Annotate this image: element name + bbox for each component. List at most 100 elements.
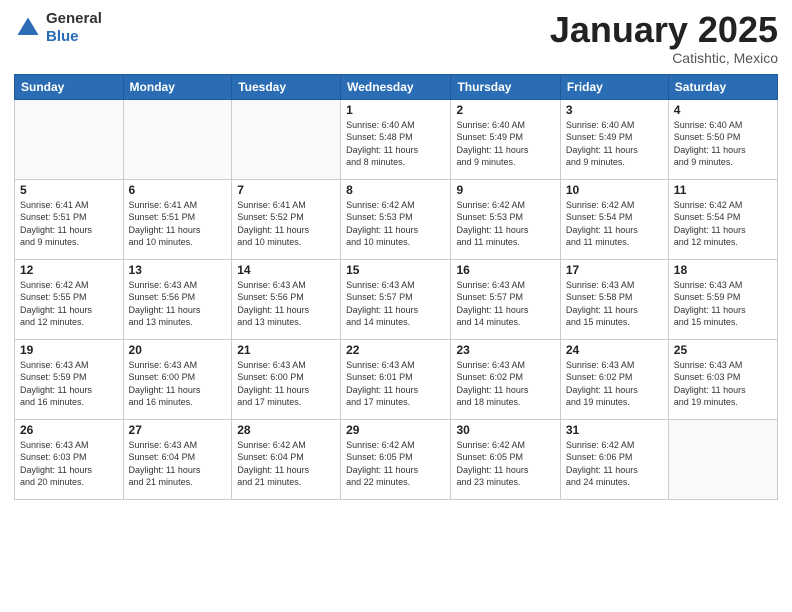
weekday-header: Saturday — [668, 74, 777, 99]
logo-text: General Blue — [46, 10, 102, 46]
day-number: 3 — [566, 103, 663, 117]
day-info: Sunrise: 6:42 AM Sunset: 6:04 PM Dayligh… — [237, 439, 335, 489]
day-info: Sunrise: 6:40 AM Sunset: 5:50 PM Dayligh… — [674, 119, 772, 169]
day-info: Sunrise: 6:42 AM Sunset: 5:53 PM Dayligh… — [346, 199, 445, 249]
day-number: 4 — [674, 103, 772, 117]
calendar-cell: 15Sunrise: 6:43 AM Sunset: 5:57 PM Dayli… — [341, 259, 451, 339]
calendar-cell — [668, 419, 777, 499]
day-info: Sunrise: 6:43 AM Sunset: 6:04 PM Dayligh… — [129, 439, 227, 489]
calendar-week: 19Sunrise: 6:43 AM Sunset: 5:59 PM Dayli… — [15, 339, 778, 419]
calendar-cell: 31Sunrise: 6:42 AM Sunset: 6:06 PM Dayli… — [560, 419, 668, 499]
day-info: Sunrise: 6:42 AM Sunset: 5:55 PM Dayligh… — [20, 279, 118, 329]
calendar-cell: 28 Sunrise: 6:42 AM Sunset: 6:04 PM Dayli… — [232, 419, 341, 499]
calendar-cell: 9Sunrise: 6:42 AM Sunset: 5:53 PM Daylig… — [451, 179, 560, 259]
day-info: Sunrise: 6:43 AM Sunset: 6:02 PM Dayligh… — [456, 359, 554, 409]
day-number: 19 — [20, 343, 118, 357]
day-number: 25 — [674, 343, 772, 357]
day-number: 18 — [674, 263, 772, 277]
day-number: 7 — [237, 183, 335, 197]
day-number: 11 — [674, 183, 772, 197]
day-number: 23 — [456, 343, 554, 357]
weekday-header: Sunday — [15, 74, 124, 99]
day-number: 6 — [129, 183, 227, 197]
calendar-cell: 3 Sunrise: 6:40 AM Sunset: 5:49 PM Daylig… — [560, 99, 668, 179]
calendar-cell — [232, 99, 341, 179]
calendar-week: 5Sunrise: 6:41 AM Sunset: 5:51 PM Daylig… — [15, 179, 778, 259]
calendar-cell: 7 Sunrise: 6:41 AM Sunset: 5:52 PM Daylig… — [232, 179, 341, 259]
day-info: Sunrise: 6:43 AM Sunset: 5:58 PM Dayligh… — [566, 279, 663, 329]
calendar-cell: 23 Sunrise: 6:43 AM Sunset: 6:02 PM Dayli… — [451, 339, 560, 419]
calendar-cell: 27Sunrise: 6:43 AM Sunset: 6:04 PM Dayli… — [123, 419, 232, 499]
calendar-cell: 30 Sunrise: 6:42 AM Sunset: 6:05 PM Dayli… — [451, 419, 560, 499]
calendar-cell: 14 Sunrise: 6:43 AM Sunset: 5:56 PM Dayli… — [232, 259, 341, 339]
logo: General Blue — [14, 10, 102, 46]
calendar-cell: 22Sunrise: 6:43 AM Sunset: 6:01 PM Dayli… — [341, 339, 451, 419]
day-number: 14 — [237, 263, 335, 277]
calendar-week: 1Sunrise: 6:40 AM Sunset: 5:48 PM Daylig… — [15, 99, 778, 179]
logo-icon — [14, 14, 42, 42]
day-info: Sunrise: 6:42 AM Sunset: 5:54 PM Dayligh… — [566, 199, 663, 249]
day-number: 10 — [566, 183, 663, 197]
calendar-cell: 26Sunrise: 6:43 AM Sunset: 6:03 PM Dayli… — [15, 419, 124, 499]
weekday-header: Friday — [560, 74, 668, 99]
calendar-cell: 24 Sunrise: 6:43 AM Sunset: 6:02 PM Dayli… — [560, 339, 668, 419]
day-number: 30 — [456, 423, 554, 437]
day-info: Sunrise: 6:42 AM Sunset: 6:05 PM Dayligh… — [456, 439, 554, 489]
calendar-cell: 16Sunrise: 6:43 AM Sunset: 5:57 PM Dayli… — [451, 259, 560, 339]
month-title: January 2025 — [550, 10, 778, 50]
day-info: Sunrise: 6:43 AM Sunset: 6:01 PM Dayligh… — [346, 359, 445, 409]
calendar-week: 12 Sunrise: 6:42 AM Sunset: 5:55 PM Dayli… — [15, 259, 778, 339]
day-number: 2 — [456, 103, 554, 117]
day-info: Sunrise: 6:41 AM Sunset: 5:52 PM Dayligh… — [237, 199, 335, 249]
calendar-cell: 29Sunrise: 6:42 AM Sunset: 6:05 PM Dayli… — [341, 419, 451, 499]
calendar-cell — [123, 99, 232, 179]
weekday-row: SundayMondayTuesdayWednesdayThursdayFrid… — [15, 74, 778, 99]
day-number: 24 — [566, 343, 663, 357]
calendar-cell: 18Sunrise: 6:43 AM Sunset: 5:59 PM Dayli… — [668, 259, 777, 339]
day-number: 17 — [566, 263, 663, 277]
calendar-cell: 19Sunrise: 6:43 AM Sunset: 5:59 PM Dayli… — [15, 339, 124, 419]
calendar-cell: 2 Sunrise: 6:40 AM Sunset: 5:49 PM Daylig… — [451, 99, 560, 179]
calendar-week: 26Sunrise: 6:43 AM Sunset: 6:03 PM Dayli… — [15, 419, 778, 499]
day-number: 15 — [346, 263, 445, 277]
day-info: Sunrise: 6:41 AM Sunset: 5:51 PM Dayligh… — [20, 199, 118, 249]
day-number: 20 — [129, 343, 227, 357]
day-info: Sunrise: 6:40 AM Sunset: 5:48 PM Dayligh… — [346, 119, 445, 169]
calendar-cell: 13 Sunrise: 6:43 AM Sunset: 5:56 PM Dayli… — [123, 259, 232, 339]
day-info: Sunrise: 6:43 AM Sunset: 6:02 PM Dayligh… — [566, 359, 663, 409]
day-number: 12 — [20, 263, 118, 277]
calendar-cell: 1Sunrise: 6:40 AM Sunset: 5:48 PM Daylig… — [341, 99, 451, 179]
day-info: Sunrise: 6:42 AM Sunset: 6:06 PM Dayligh… — [566, 439, 663, 489]
day-info: Sunrise: 6:42 AM Sunset: 5:54 PM Dayligh… — [674, 199, 772, 249]
weekday-header: Monday — [123, 74, 232, 99]
calendar-cell: 12 Sunrise: 6:42 AM Sunset: 5:55 PM Dayli… — [15, 259, 124, 339]
day-info: Sunrise: 6:40 AM Sunset: 5:49 PM Dayligh… — [566, 119, 663, 169]
day-number: 26 — [20, 423, 118, 437]
day-info: Sunrise: 6:40 AM Sunset: 5:49 PM Dayligh… — [456, 119, 554, 169]
calendar-cell: 4 Sunrise: 6:40 AM Sunset: 5:50 PM Daylig… — [668, 99, 777, 179]
day-info: Sunrise: 6:41 AM Sunset: 5:51 PM Dayligh… — [129, 199, 227, 249]
day-number: 13 — [129, 263, 227, 277]
day-info: Sunrise: 6:43 AM Sunset: 6:00 PM Dayligh… — [237, 359, 335, 409]
logo-blue: Blue — [46, 28, 79, 45]
day-info: Sunrise: 6:43 AM Sunset: 6:00 PM Dayligh… — [129, 359, 227, 409]
day-number: 8 — [346, 183, 445, 197]
day-info: Sunrise: 6:42 AM Sunset: 5:53 PM Dayligh… — [456, 199, 554, 249]
day-number: 28 — [237, 423, 335, 437]
calendar-cell: 25Sunrise: 6:43 AM Sunset: 6:03 PM Dayli… — [668, 339, 777, 419]
header: General Blue January 2025 Catishtic, Mex… — [14, 10, 778, 66]
calendar-body: 1Sunrise: 6:40 AM Sunset: 5:48 PM Daylig… — [15, 99, 778, 499]
weekday-header: Wednesday — [341, 74, 451, 99]
calendar-cell: 21 Sunrise: 6:43 AM Sunset: 6:00 PM Dayli… — [232, 339, 341, 419]
title-area: January 2025 Catishtic, Mexico — [550, 10, 778, 66]
calendar-header: SundayMondayTuesdayWednesdayThursdayFrid… — [15, 74, 778, 99]
page: General Blue January 2025 Catishtic, Mex… — [0, 0, 792, 612]
calendar-cell: 8 Sunrise: 6:42 AM Sunset: 5:53 PM Daylig… — [341, 179, 451, 259]
weekday-header: Thursday — [451, 74, 560, 99]
day-info: Sunrise: 6:43 AM Sunset: 5:56 PM Dayligh… — [237, 279, 335, 329]
day-number: 16 — [456, 263, 554, 277]
day-info: Sunrise: 6:43 AM Sunset: 5:56 PM Dayligh… — [129, 279, 227, 329]
day-number: 29 — [346, 423, 445, 437]
calendar-cell — [15, 99, 124, 179]
day-number: 21 — [237, 343, 335, 357]
